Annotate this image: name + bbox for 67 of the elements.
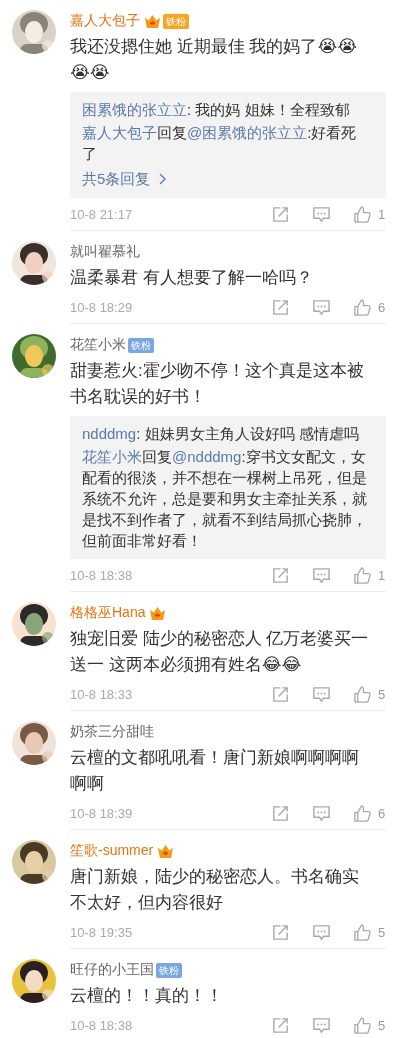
share-icon[interactable] (271, 204, 290, 224)
thumbs-up-icon[interactable] (353, 803, 372, 823)
share-icon[interactable] (271, 297, 290, 317)
comment-text: 甜妻惹火:霍少吻不停！这个真是这本被书名耽误的好书！ (70, 360, 365, 408)
like-count: 6 (378, 805, 386, 821)
thumbs-up-icon[interactable] (353, 922, 372, 942)
thumbs-up-icon[interactable] (353, 684, 372, 704)
user-name[interactable]: 笙歌-summer (70, 842, 154, 860)
like-count: 1 (378, 206, 386, 222)
comment-icon[interactable] (312, 803, 331, 823)
comment-text: 我还没摁住她 近期最佳 我的妈了😭😭😭😭 (70, 36, 359, 84)
fan-badge: 铁粉 (156, 962, 182, 978)
timestamp: 10-8 18:38 (70, 567, 133, 583)
timestamp: 10-8 18:33 (70, 686, 133, 702)
share-icon[interactable] (271, 1015, 290, 1035)
thumbs-up-icon[interactable] (353, 565, 372, 585)
comment-icon[interactable] (312, 565, 331, 585)
timestamp: 10-8 18:29 (70, 299, 133, 315)
user-name[interactable]: 花笙小米 (70, 336, 126, 354)
user-name[interactable]: 旺仔的小王国 (70, 961, 154, 979)
like-count: 5 (378, 1017, 386, 1033)
like-count: 1 (378, 567, 386, 583)
user-name[interactable]: 嘉人大包子 (70, 12, 140, 30)
reply-text: 花笙小米回复@ndddmg:穿书文女配文，女配看的很淡，并不想在一棵树上吊死，但是系统不允许，总是要和男女主牵扯关系，就是找不到作者了，就看不到结局抓心挠肺，但前面非常好看！ (82, 447, 368, 551)
comment-text: 唐门新娘，陆少的秘密恋人。书名确实不太好，但内容很好 (70, 866, 360, 914)
user-link[interactable]: 嘉人大包子 (82, 124, 157, 141)
comment-icon[interactable] (312, 297, 331, 317)
fan-badge: 铁粉 (128, 337, 154, 353)
chevron-right-icon (158, 173, 167, 185)
share-icon[interactable] (271, 803, 290, 823)
timestamp: 10-8 21:17 (70, 206, 133, 222)
user-name[interactable]: 格格巫Hana (70, 604, 146, 622)
share-icon[interactable] (271, 684, 290, 704)
user-link[interactable]: 困累饿的张立立 (82, 101, 187, 118)
thumbs-up-icon[interactable] (353, 297, 372, 317)
crown-icon (157, 843, 175, 859)
comment-icon[interactable] (312, 204, 331, 224)
share-icon[interactable] (271, 565, 290, 585)
reply-text: 嘉人大包子回复@困累饿的张立立:好看死了 (82, 123, 358, 164)
timestamp: 10-8 18:39 (70, 805, 133, 821)
more-replies-link[interactable]: 共5条回复 (82, 166, 167, 192)
reply-text: 困累饿的张立立: 我的妈 姐妹！全程致郁 (82, 100, 351, 120)
timestamp: 10-8 19:35 (70, 924, 133, 940)
thumbs-up-icon[interactable] (353, 1015, 372, 1035)
user-link[interactable]: 花笙小米 (82, 448, 142, 465)
comment-icon[interactable] (312, 1015, 331, 1035)
user-name[interactable]: 就叫翟慕礼 (70, 243, 140, 261)
timestamp: 10-8 18:38 (70, 1017, 133, 1033)
comment-icon[interactable] (312, 922, 331, 942)
user-link[interactable]: ndddmg (82, 425, 137, 442)
user-name[interactable]: 奶茶三分甜哇 (70, 723, 154, 741)
crown-icon (149, 605, 167, 621)
comment-text: 温柔暴君 有人想要了解一哈吗？ (70, 267, 314, 289)
reply-text: ndddmg: 姐妹男女主角人设好吗 感情虐吗 (82, 424, 360, 444)
comment-text: 独宠旧爱 陆少的秘密恋人 亿万老婆买一送一 这两本必须拥有姓名😂😂 (70, 628, 370, 676)
crown-icon (144, 13, 161, 29)
fan-badge: 铁粉 (163, 13, 189, 29)
comment-icon[interactable] (312, 684, 331, 704)
mention-link[interactable]: @困累饿的张立立 (187, 124, 308, 141)
comment-text: 云檀的文都吼吼看！唐门新娘啊啊啊啊啊啊 (70, 747, 360, 795)
like-count: 5 (378, 686, 386, 702)
share-icon[interactable] (271, 922, 290, 942)
like-count: 5 (378, 924, 386, 940)
thumbs-up-icon[interactable] (353, 204, 372, 224)
mention-link[interactable]: @ndddmg (172, 448, 242, 465)
like-count: 6 (378, 299, 386, 315)
comment-text: 云檀的！！真的！！ (70, 985, 224, 1007)
